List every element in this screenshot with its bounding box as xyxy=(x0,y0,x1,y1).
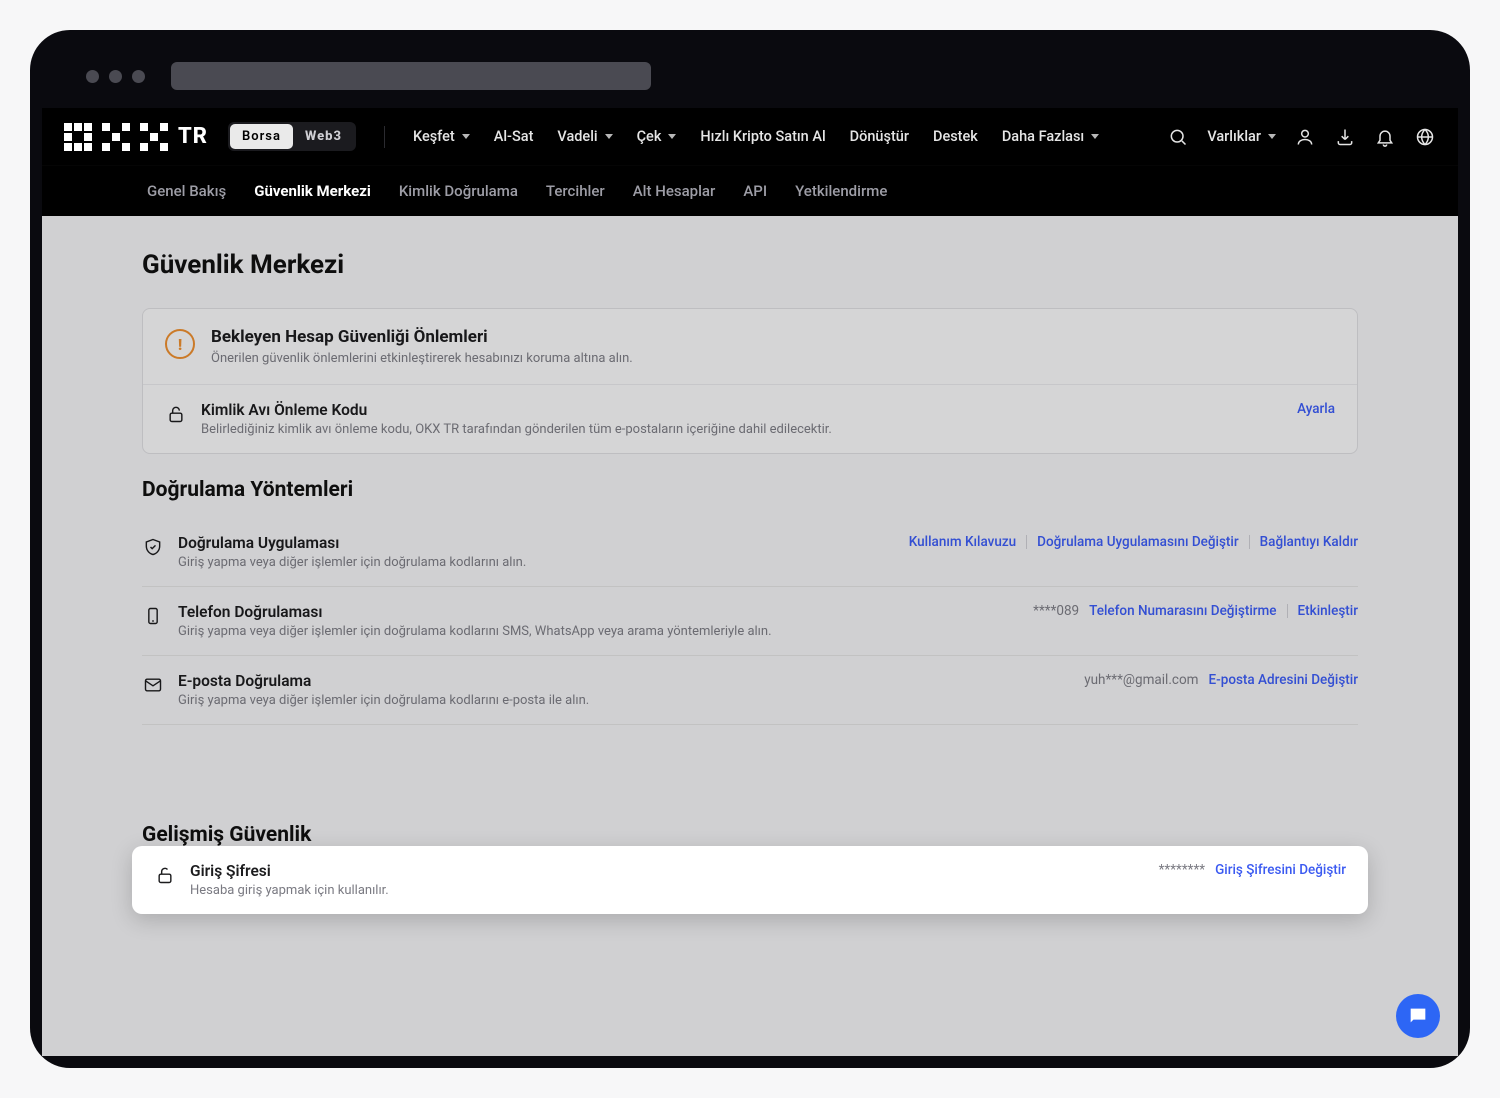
unlock-icon xyxy=(154,864,176,886)
email-change-link[interactable]: E-posta Adresini Değiştir xyxy=(1209,672,1358,688)
page-title: Güvenlik Merkezi xyxy=(142,250,1358,280)
segment-web3[interactable]: Web3 xyxy=(293,124,354,149)
window-dot-close[interactable] xyxy=(86,70,99,83)
assets-dropdown[interactable]: Varlıklar xyxy=(1207,128,1276,145)
authenticator-change-link[interactable]: Doğrulama Uygulamasını Değiştir xyxy=(1037,534,1238,550)
phone-title: Telefon Doğrulaması xyxy=(178,603,1019,621)
mail-icon xyxy=(142,674,164,696)
method-password-highlight: Giriş Şifresi Hesaba giriş yapmak için k… xyxy=(132,846,1368,914)
url-bar[interactable] xyxy=(171,62,651,90)
nav-cek[interactable]: Çek xyxy=(637,128,677,145)
password-masked: ******** xyxy=(1159,862,1206,878)
secondary-nav: Genel Bakış Güvenlik Merkezi Kimlik Doğr… xyxy=(42,166,1458,216)
phishing-setup-link[interactable]: Ayarla xyxy=(1297,401,1335,417)
section-verification-title: Doğrulama Yöntemleri xyxy=(142,478,1358,502)
email-masked: yuh***@gmail.com xyxy=(1084,672,1198,688)
tab-kimlik-dogrulama[interactable]: Kimlik Doğrulama xyxy=(399,170,518,212)
nav-kesfet[interactable]: Keşfet xyxy=(413,128,470,145)
bell-icon[interactable] xyxy=(1374,126,1396,148)
content-area: Güvenlik Merkezi ! Bekleyen Hesap Güvenl… xyxy=(42,216,1458,1056)
tab-tercihler[interactable]: Tercihler xyxy=(546,170,605,212)
phone-icon xyxy=(142,605,164,627)
method-authenticator: Doğrulama Uygulaması Giriş yapma veya di… xyxy=(142,518,1358,587)
authenticator-remove-link[interactable]: Bağlantıyı Kaldır xyxy=(1260,534,1358,550)
brand-text: TR xyxy=(178,124,208,149)
separator xyxy=(1287,604,1288,618)
browser-frame: TR Borsa Web3 Keşfet Al-Sat Vadeli Çek H… xyxy=(30,30,1470,1068)
security-alert-panel: ! Bekleyen Hesap Güvenliği Önlemleri Öne… xyxy=(142,308,1358,454)
market-segmented: Borsa Web3 xyxy=(228,122,356,151)
password-change-link[interactable]: Giriş Şifresini Değiştir xyxy=(1215,862,1346,878)
nav-al-sat[interactable]: Al-Sat xyxy=(494,128,534,145)
phishing-title: Kimlik Avı Önleme Kodu xyxy=(201,401,1283,419)
nav-daha-fazlasi[interactable]: Daha Fazlası xyxy=(1002,128,1099,145)
segment-borsa[interactable]: Borsa xyxy=(230,124,293,149)
nav-destek[interactable]: Destek xyxy=(933,128,978,145)
window-dot-minimize[interactable] xyxy=(109,70,122,83)
brand-logo[interactable]: TR Borsa Web3 xyxy=(64,122,356,151)
app-window: TR Borsa Web3 Keşfet Al-Sat Vadeli Çek H… xyxy=(42,108,1458,1056)
phishing-subtitle: Belirlediğiniz kimlik avı önleme kodu, O… xyxy=(201,422,1283,437)
password-title: Giriş Şifresi xyxy=(190,862,1145,880)
nav-separator xyxy=(384,126,385,148)
phone-subtitle: Giriş yapma veya diğer işlemler için doğ… xyxy=(178,624,1019,639)
nav-yatir[interactable]: Vadeli xyxy=(557,128,612,145)
warning-icon: ! xyxy=(165,329,195,359)
tab-api[interactable]: API xyxy=(743,170,767,212)
nav-donustur[interactable]: Dönüştür xyxy=(850,128,909,145)
phone-masked: ****089 xyxy=(1033,603,1079,619)
authenticator-guide-link[interactable]: Kullanım Kılavuzu xyxy=(909,534,1016,550)
phone-enable-link[interactable]: Etkinleştir xyxy=(1298,603,1358,619)
phone-change-link[interactable]: Telefon Numarasını Değiştirme xyxy=(1089,603,1276,619)
logo-glyph-mid xyxy=(102,123,130,151)
verification-methods: Doğrulama Uygulaması Giriş yapma veya di… xyxy=(142,518,1358,815)
method-email: E-posta Doğrulama Giriş yapma veya diğer… xyxy=(142,656,1358,725)
pending-security-alert: ! Bekleyen Hesap Güvenliği Önlemleri Öne… xyxy=(143,309,1357,385)
alert-subtitle: Önerilen güvenlik önlemlerini etkinleşti… xyxy=(211,351,633,366)
email-title: E-posta Doğrulama xyxy=(178,672,1070,690)
lock-icon xyxy=(165,403,187,425)
download-icon[interactable] xyxy=(1334,126,1356,148)
authenticator-subtitle: Giriş yapma veya diğer işlemler için doğ… xyxy=(178,555,895,570)
logo-glyph-left xyxy=(64,123,92,151)
tab-genel-bakis[interactable]: Genel Bakış xyxy=(147,170,226,212)
top-nav-right: Varlıklar xyxy=(1167,126,1436,148)
tab-guvenlik-merkezi[interactable]: Güvenlik Merkezi xyxy=(254,170,371,212)
alert-title: Bekleyen Hesap Güvenliği Önlemleri xyxy=(211,327,633,347)
password-subtitle: Hesaba giriş yapmak için kullanılır. xyxy=(190,883,1145,898)
chat-button[interactable] xyxy=(1396,994,1440,1038)
window-dot-maximize[interactable] xyxy=(132,70,145,83)
separator xyxy=(1249,535,1250,549)
top-nav: TR Borsa Web3 Keşfet Al-Sat Vadeli Çek H… xyxy=(42,108,1458,166)
shield-icon xyxy=(142,536,164,558)
separator xyxy=(1026,535,1027,549)
nav-hizli-kripto[interactable]: Hızlı Kripto Satın Al xyxy=(700,128,825,145)
window-controls xyxy=(42,60,1458,108)
phishing-code-row: Kimlik Avı Önleme Kodu Belirlediğiniz ki… xyxy=(143,385,1357,453)
globe-icon[interactable] xyxy=(1414,126,1436,148)
authenticator-title: Doğrulama Uygulaması xyxy=(178,534,895,552)
tab-alt-hesaplar[interactable]: Alt Hesaplar xyxy=(633,170,716,212)
section-advanced-title: Gelişmiş Güvenlik xyxy=(142,823,1358,847)
primary-nav-links: Keşfet Al-Sat Vadeli Çek Hızlı Kripto Sa… xyxy=(413,128,1099,145)
user-icon[interactable] xyxy=(1294,126,1316,148)
tab-yetkilendirme[interactable]: Yetkilendirme xyxy=(795,170,887,212)
email-subtitle: Giriş yapma veya diğer işlemler için doğ… xyxy=(178,693,1070,708)
logo-glyph-x xyxy=(140,123,168,151)
search-icon[interactable] xyxy=(1167,126,1189,148)
method-phone: Telefon Doğrulaması Giriş yapma veya diğ… xyxy=(142,587,1358,656)
